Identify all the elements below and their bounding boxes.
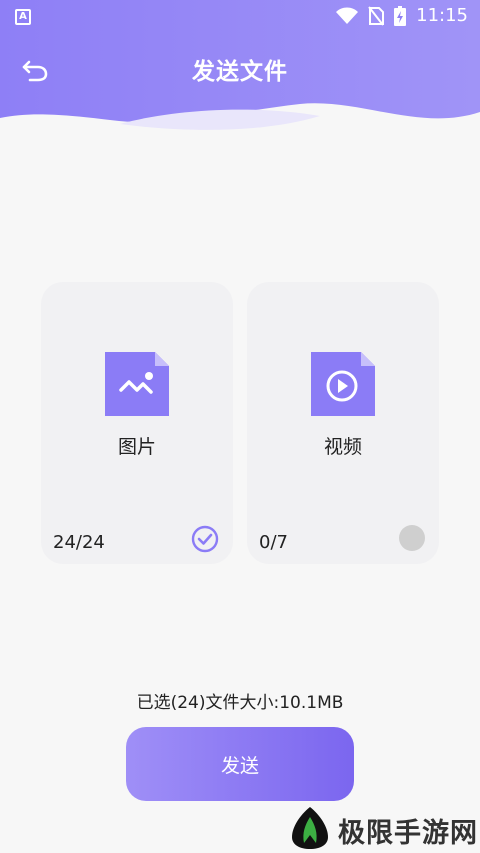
video-card-label: 视频 — [323, 436, 362, 458]
watermark-logo-icon — [292, 807, 328, 849]
image-category-card[interactable]: 图片 24/24 — [41, 282, 233, 564]
image-file-icon — [105, 352, 169, 416]
image-card-label: 图片 — [117, 436, 156, 458]
selection-summary: 已选(24)文件大小:10.1MB — [136, 693, 344, 713]
video-card-count: 0/7 — [259, 532, 288, 553]
send-button[interactable]: 发送 — [126, 727, 354, 801]
status-bar: A 11:15 — [0, 0, 480, 34]
no-sim-icon — [368, 5, 385, 26]
page-title: 发送文件 — [192, 59, 288, 85]
watermark-text: 极限手游网 — [338, 818, 478, 849]
unselected-radio[interactable] — [399, 525, 425, 551]
status-time: 11:15 — [416, 5, 468, 26]
app-notification-icon: A — [15, 9, 31, 25]
battery-icon — [394, 5, 407, 26]
check-circle-icon[interactable] — [191, 525, 219, 553]
wifi-icon — [336, 7, 359, 24]
video-category-card[interactable]: 视频 0/7 — [247, 282, 439, 564]
video-file-icon — [311, 352, 375, 416]
watermark: 极限手游网 — [286, 803, 480, 853]
image-card-count: 24/24 — [53, 532, 105, 553]
